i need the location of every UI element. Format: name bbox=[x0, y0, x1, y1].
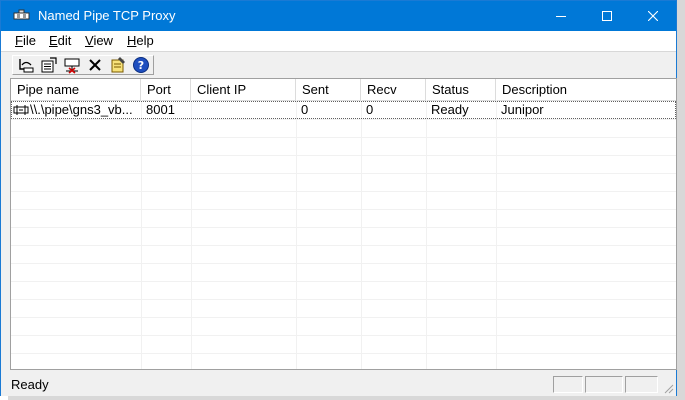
gridline bbox=[426, 100, 427, 369]
column-client-ip[interactable]: Client IP bbox=[191, 79, 296, 100]
delete-icon[interactable] bbox=[86, 56, 104, 74]
close-icon bbox=[648, 11, 658, 21]
gridline bbox=[11, 299, 676, 300]
gridline bbox=[11, 119, 676, 120]
resize-grip-icon[interactable] bbox=[662, 382, 674, 394]
column-status[interactable]: Status bbox=[426, 79, 496, 100]
pipe-icon bbox=[13, 9, 30, 20]
status-pane bbox=[585, 376, 623, 393]
edit-icon[interactable] bbox=[109, 56, 127, 74]
menu-view[interactable]: View bbox=[85, 33, 113, 48]
gridline bbox=[296, 100, 297, 369]
status-pane bbox=[625, 376, 658, 393]
column-pipe-name[interactable]: Pipe name bbox=[11, 79, 141, 100]
new-pipe-icon[interactable] bbox=[17, 56, 35, 74]
gridline bbox=[11, 209, 676, 210]
column-port[interactable]: Port bbox=[141, 79, 191, 100]
status-bar: Ready bbox=[1, 372, 676, 396]
properties-icon[interactable] bbox=[40, 56, 58, 74]
maximize-button[interactable] bbox=[584, 1, 630, 31]
column-description[interactable]: Description bbox=[496, 79, 676, 100]
gridline bbox=[11, 227, 676, 228]
gridline bbox=[11, 173, 676, 174]
cell-status: Ready bbox=[431, 102, 469, 117]
main-window: Named Pipe TCP Proxy File Edit View Help bbox=[0, 0, 677, 396]
cell-description: Junipor bbox=[501, 102, 544, 117]
title-bar[interactable]: Named Pipe TCP Proxy bbox=[1, 1, 676, 31]
gridline bbox=[11, 191, 676, 192]
status-pane bbox=[553, 376, 583, 393]
cell-client-ip bbox=[191, 101, 296, 119]
menu-bar: File Edit View Help bbox=[1, 31, 676, 52]
gridline bbox=[11, 263, 676, 264]
status-text: Ready bbox=[11, 377, 49, 392]
gridline bbox=[11, 155, 676, 156]
gridline bbox=[11, 245, 676, 246]
maximize-icon bbox=[602, 11, 612, 21]
gridline bbox=[496, 100, 497, 369]
column-sent[interactable]: Sent bbox=[296, 79, 361, 100]
cell-port: 8001 bbox=[146, 102, 175, 117]
gridline bbox=[11, 335, 676, 336]
cell-sent: 0 bbox=[301, 102, 309, 117]
help-icon[interactable]: ? bbox=[132, 56, 150, 74]
gridline bbox=[11, 353, 676, 354]
minimize-icon bbox=[556, 16, 566, 17]
pipe-name-text: \\.\pipe\gns3_vb... bbox=[30, 102, 133, 117]
cell-pipe-name: \\.\pipe\gns3_vb... bbox=[11, 101, 141, 119]
svg-text:?: ? bbox=[138, 59, 144, 72]
close-button[interactable] bbox=[630, 1, 676, 31]
pipe-list[interactable]: Pipe name Port Client IP Sent Recv Statu… bbox=[10, 78, 677, 370]
gridline bbox=[11, 137, 676, 138]
cell-recv: 0 bbox=[366, 102, 374, 117]
table-row[interactable]: \\.\pipe\gns3_vb... 8001 0 0 Ready Junip… bbox=[11, 101, 676, 119]
list-header: Pipe name Port Client IP Sent Recv Statu… bbox=[11, 79, 676, 101]
menu-help[interactable]: Help bbox=[127, 33, 154, 48]
pipe-entry-icon bbox=[13, 105, 29, 115]
column-recv[interactable]: Recv bbox=[361, 79, 426, 100]
gridline bbox=[11, 281, 676, 282]
disconnect-icon[interactable] bbox=[63, 56, 81, 74]
menu-file[interactable]: File bbox=[15, 33, 36, 48]
gridline bbox=[361, 100, 362, 369]
menu-edit[interactable]: Edit bbox=[49, 33, 71, 48]
gridline bbox=[11, 317, 676, 318]
gridline bbox=[141, 100, 142, 369]
gridline bbox=[191, 100, 192, 369]
toolbar: ? bbox=[1, 52, 676, 77]
window-title: Named Pipe TCP Proxy bbox=[38, 8, 176, 23]
minimize-button[interactable] bbox=[538, 1, 584, 31]
